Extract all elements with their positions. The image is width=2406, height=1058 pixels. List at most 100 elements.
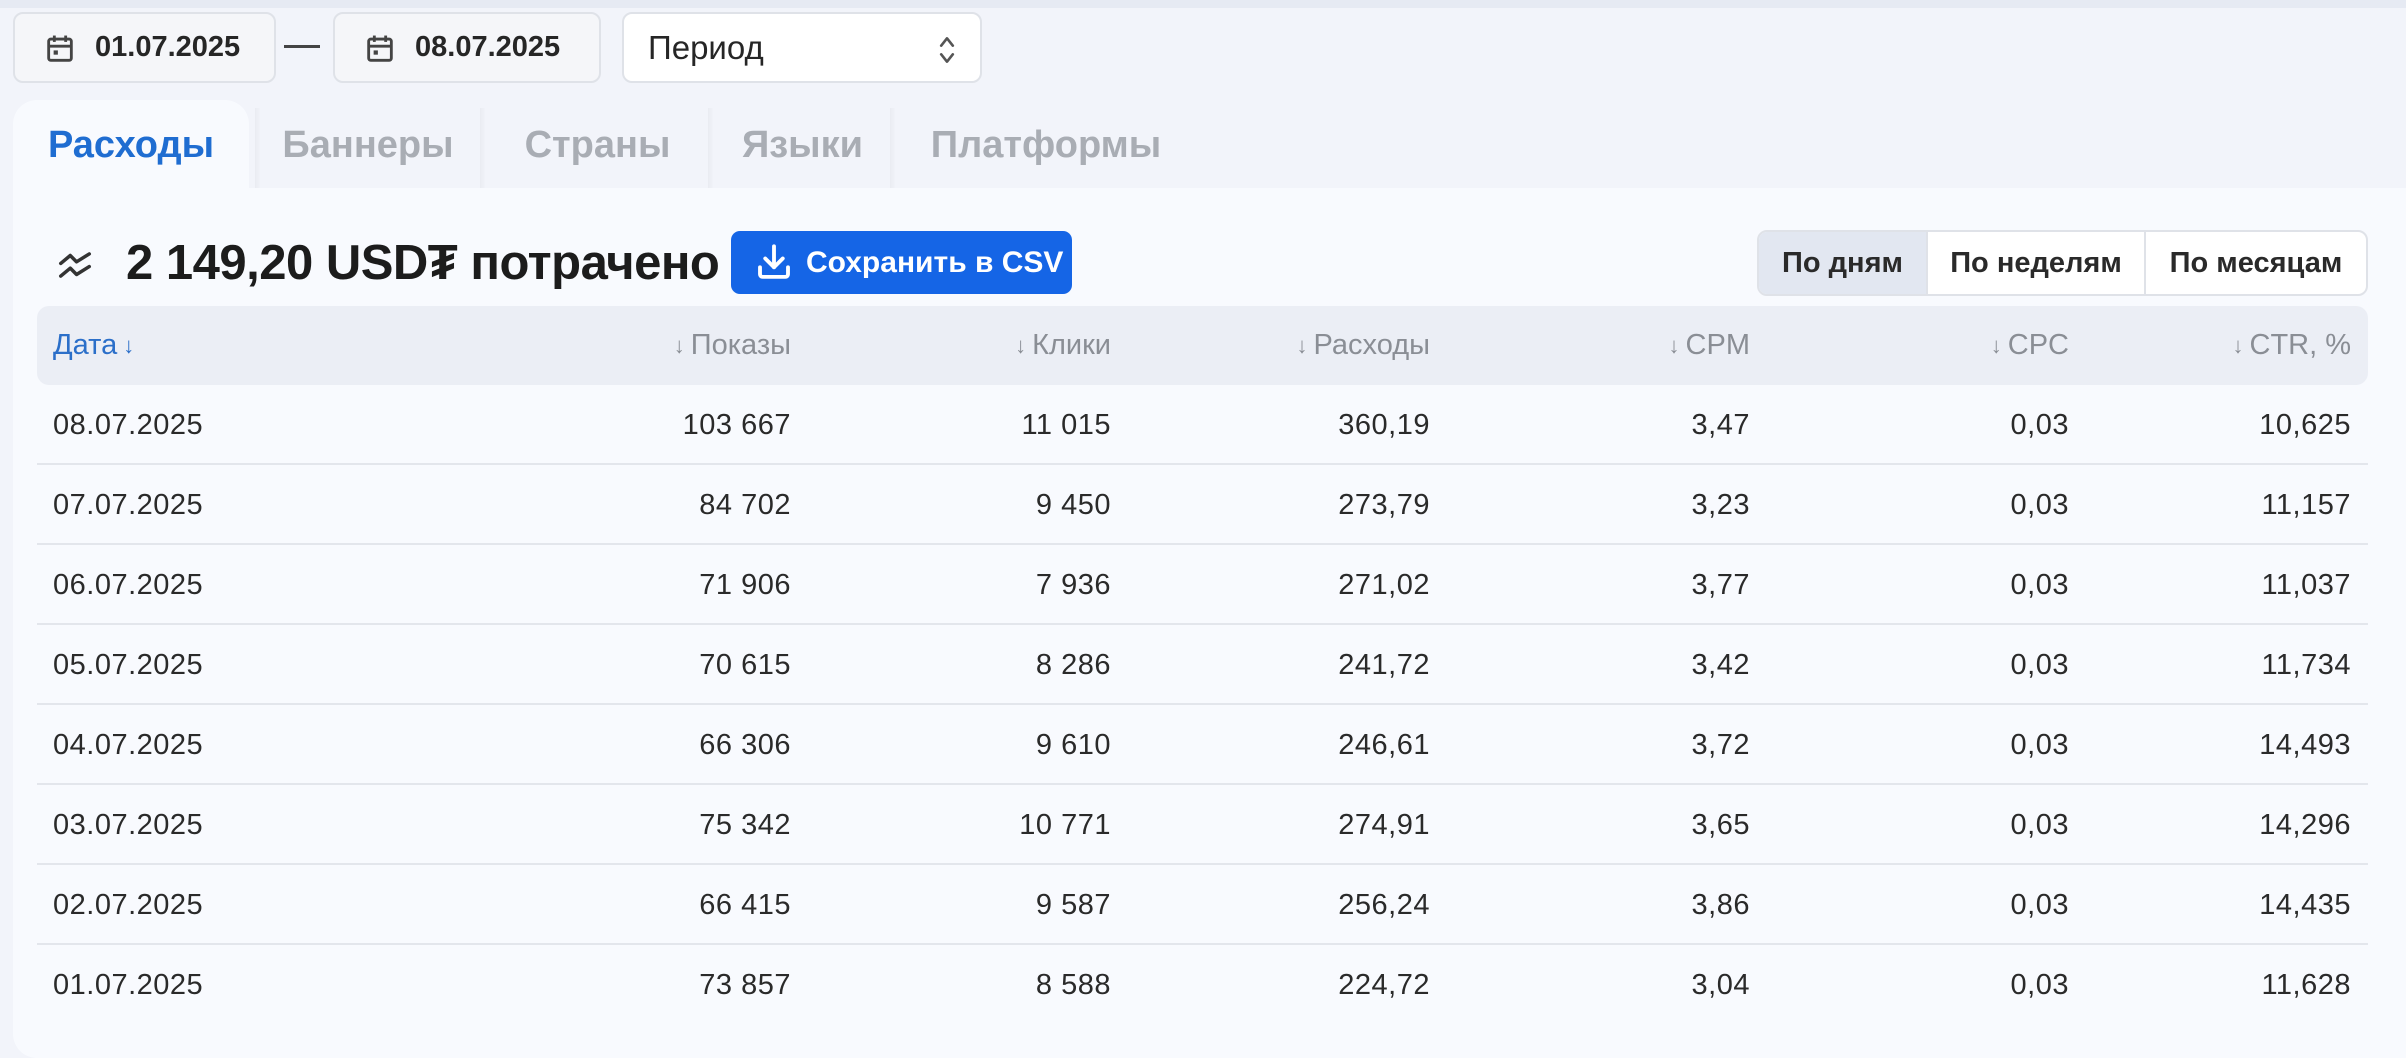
cell-ctr: 11,157 <box>2261 489 2351 521</box>
cell-clicks: 9 610 <box>1035 729 1111 761</box>
cell-impressions: 73 857 <box>699 969 791 1001</box>
date-from-picker[interactable]: 01.07.2025 <box>13 12 276 83</box>
tab-expenses[interactable]: Расходы <box>13 100 249 190</box>
cell-cpm: 3,42 <box>1691 649 1750 681</box>
sort-arrow-icon: ↓ <box>1015 333 1027 358</box>
cell-date: 06.07.2025 <box>53 569 204 601</box>
cell-impressions: 103 667 <box>682 409 791 441</box>
column-header-label: CTR, % <box>2249 329 2352 361</box>
cell-date: 08.07.2025 <box>53 409 204 441</box>
grouping-toggle: По дням По неделям По месяцам <box>1757 230 2368 296</box>
table-row: 08.07.2025 103 667 11 015 360,19 3,47 0,… <box>37 385 2368 465</box>
date-to-picker[interactable]: 08.07.2025 <box>333 12 601 83</box>
table-row: 04.07.2025 66 306 9 610 246,61 3,72 0,03… <box>37 705 2368 785</box>
cell-ctr: 11,734 <box>2261 649 2351 681</box>
save-csv-label: Сохранить в CSV <box>806 246 1064 279</box>
tab-divider <box>890 108 896 190</box>
tab-divider <box>480 108 486 190</box>
cell-impressions: 75 342 <box>699 809 791 841</box>
cell-cpc: 0,03 <box>2010 409 2069 441</box>
cell-spend: 360,19 <box>1338 409 1430 441</box>
cell-date: 07.07.2025 <box>53 489 204 521</box>
column-header-clicks[interactable]: ↓ Клики <box>1009 306 1111 386</box>
tab-countries[interactable]: Страны <box>490 100 705 190</box>
sort-arrow-icon: ↓ <box>1990 333 2002 358</box>
cell-cpm: 3,47 <box>1691 409 1750 441</box>
period-select[interactable]: Период <box>622 12 982 83</box>
cell-impressions: 71 906 <box>699 569 791 601</box>
cell-date: 03.07.2025 <box>53 809 204 841</box>
cell-clicks: 10 771 <box>1019 809 1111 841</box>
cell-spend: 273,79 <box>1338 489 1430 521</box>
cell-cpm: 3,65 <box>1691 809 1750 841</box>
cell-spend: 271,02 <box>1338 569 1430 601</box>
cell-cpc: 0,03 <box>2010 489 2069 521</box>
table-row: 07.07.2025 84 702 9 450 273,79 3,23 0,03… <box>37 465 2368 545</box>
group-by-months-button[interactable]: По месяцам <box>2146 232 2366 294</box>
cell-cpm: 3,72 <box>1691 729 1750 761</box>
group-by-weeks-button[interactable]: По неделям <box>1928 232 2146 294</box>
cell-date: 04.07.2025 <box>53 729 204 761</box>
tab-banners[interactable]: Баннеры <box>262 100 474 190</box>
date-separator <box>284 45 320 48</box>
table-row: 02.07.2025 66 415 9 587 256,24 3,86 0,03… <box>37 865 2368 945</box>
column-header-spend[interactable]: ↓ Расходы <box>1291 306 1430 386</box>
tab-platforms[interactable]: Платформы <box>903 100 1189 190</box>
cell-clicks: 9 450 <box>1035 489 1111 521</box>
cell-clicks: 8 588 <box>1035 969 1111 1001</box>
cell-ctr: 11,037 <box>2261 569 2351 601</box>
cell-cpc: 0,03 <box>2010 809 2069 841</box>
sort-arrow-icon: ↓ <box>1296 333 1308 358</box>
column-header-label: Показы <box>690 329 791 361</box>
group-by-days-button[interactable]: По дням <box>1759 232 1928 294</box>
sort-arrow-icon: ↓ <box>1668 333 1680 358</box>
column-header-label: Расходы <box>1313 329 1430 361</box>
cell-ctr: 10,625 <box>2259 409 2351 441</box>
column-header-date[interactable]: Дата ↓ <box>53 306 140 386</box>
cell-impressions: 70 615 <box>699 649 791 681</box>
table-row: 01.07.2025 73 857 8 588 224,72 3,04 0,03… <box>37 945 2368 1025</box>
cell-clicks: 9 587 <box>1035 889 1111 921</box>
cell-impressions: 66 415 <box>699 889 791 921</box>
table-row: 03.07.2025 75 342 10 771 274,91 3,65 0,0… <box>37 785 2368 865</box>
cell-impressions: 84 702 <box>699 489 791 521</box>
sort-arrow-icon: ↓ <box>673 333 685 358</box>
cell-clicks: 11 015 <box>1021 409 1111 441</box>
table-row: 05.07.2025 70 615 8 286 241,72 3,42 0,03… <box>37 625 2368 705</box>
date-from-value: 01.07.2025 <box>95 31 241 63</box>
calendar-icon <box>47 35 73 62</box>
cell-impressions: 66 306 <box>699 729 791 761</box>
column-header-label: Дата <box>53 329 118 361</box>
chevron-up-down-icon <box>939 37 955 63</box>
cell-cpc: 0,03 <box>2010 889 2069 921</box>
cell-cpm: 3,86 <box>1691 889 1750 921</box>
column-header-label: CPC <box>2007 329 2069 361</box>
download-icon <box>758 244 790 279</box>
sort-arrow-icon: ↓ <box>123 333 135 358</box>
cell-spend: 274,91 <box>1338 809 1430 841</box>
column-header-impressions[interactable]: ↓ Показы <box>668 306 791 386</box>
column-header-cpc[interactable]: ↓ CPC <box>1985 306 2069 386</box>
cell-spend: 246,61 <box>1338 729 1430 761</box>
trend-icon <box>59 252 91 278</box>
cell-ctr: 11,628 <box>2261 969 2351 1001</box>
cell-cpc: 0,03 <box>2010 649 2069 681</box>
cell-spend: 224,72 <box>1338 969 1430 1001</box>
cell-cpm: 3,04 <box>1691 969 1750 1001</box>
tab-languages[interactable]: Языки <box>720 100 885 190</box>
cell-date: 02.07.2025 <box>53 889 204 921</box>
cell-date: 05.07.2025 <box>53 649 204 681</box>
cell-cpc: 0,03 <box>2010 729 2069 761</box>
save-csv-button[interactable]: Сохранить в CSV <box>731 231 1072 294</box>
column-header-ctr[interactable]: ↓ CTR, % <box>2227 306 2352 386</box>
cell-cpc: 0,03 <box>2010 569 2069 601</box>
tab-divider <box>255 108 261 190</box>
cell-cpm: 3,77 <box>1691 569 1750 601</box>
column-header-cpm[interactable]: ↓ CPM <box>1663 306 1750 386</box>
table-row: 06.07.2025 71 906 7 936 271,02 3,77 0,03… <box>37 545 2368 625</box>
cell-spend: 256,24 <box>1338 889 1430 921</box>
cell-ctr: 14,493 <box>2259 729 2351 761</box>
sort-arrow-icon: ↓ <box>2232 333 2244 358</box>
cell-date: 01.07.2025 <box>53 969 204 1001</box>
date-to-value: 08.07.2025 <box>415 31 561 63</box>
